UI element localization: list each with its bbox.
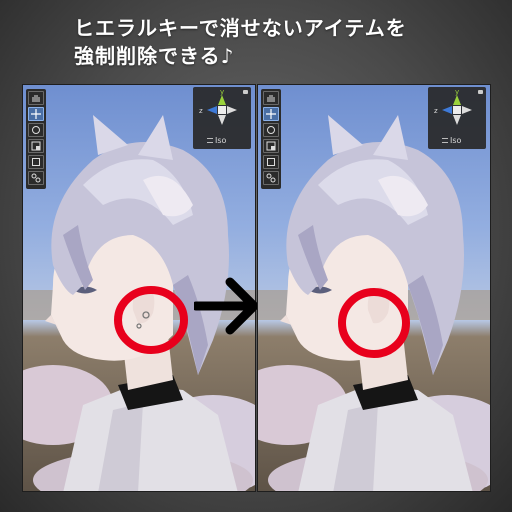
rotate-tool-button[interactable] bbox=[263, 123, 279, 137]
hand-tool-button[interactable] bbox=[263, 91, 279, 105]
scene-view-after[interactable]: y z Iso bbox=[257, 84, 491, 492]
rotate-tool-button[interactable] bbox=[28, 123, 44, 137]
gizmo-z-label: z bbox=[199, 107, 203, 115]
gizmo-y-label: y bbox=[220, 88, 224, 96]
caption-line-2: 強制削除できる♪ bbox=[74, 44, 235, 68]
transform-icon bbox=[266, 173, 276, 183]
rect-tool-button[interactable] bbox=[263, 155, 279, 169]
orientation-gizmo[interactable]: y z Iso bbox=[193, 87, 251, 149]
hand-icon bbox=[32, 95, 40, 102]
gizmo-y-label: y bbox=[455, 88, 459, 96]
move-tool-button[interactable] bbox=[263, 107, 279, 121]
transform-icon bbox=[31, 173, 41, 183]
tool-palette bbox=[261, 89, 281, 189]
scale-icon bbox=[31, 141, 41, 151]
caption-line-1: ヒエラルキーで消せないアイテムを bbox=[74, 16, 407, 40]
move-tool-button[interactable] bbox=[28, 107, 44, 121]
view-mode-label[interactable]: Iso bbox=[215, 136, 226, 145]
gizmo-z-label: z bbox=[434, 107, 438, 115]
axis-gizmo-icon: y z bbox=[434, 88, 472, 125]
right-arrow-icon bbox=[194, 277, 259, 335]
axis-gizmo-icon: y z bbox=[199, 88, 237, 125]
move-icon bbox=[266, 109, 276, 119]
rect-icon bbox=[32, 158, 40, 166]
scale-icon bbox=[266, 141, 276, 151]
scale-tool-button[interactable] bbox=[263, 139, 279, 153]
rotate-icon bbox=[32, 126, 40, 134]
transform-tool-button[interactable] bbox=[263, 171, 279, 185]
scale-tool-button[interactable] bbox=[28, 139, 44, 153]
menu-lines-icon bbox=[442, 138, 448, 143]
rotate-icon bbox=[267, 126, 275, 134]
transform-tool-button[interactable] bbox=[28, 171, 44, 185]
orientation-gizmo[interactable]: y z Iso bbox=[428, 87, 486, 149]
hand-icon bbox=[267, 95, 275, 102]
rect-tool-button[interactable] bbox=[28, 155, 44, 169]
hand-tool-button[interactable] bbox=[28, 91, 44, 105]
tool-palette bbox=[26, 89, 46, 189]
move-icon bbox=[31, 109, 41, 119]
rect-icon bbox=[267, 158, 275, 166]
view-mode-label[interactable]: Iso bbox=[450, 136, 461, 145]
menu-lines-icon bbox=[207, 138, 213, 143]
caption-title: ヒエラルキーで消せないアイテムを 強制削除できる♪ bbox=[74, 14, 474, 70]
